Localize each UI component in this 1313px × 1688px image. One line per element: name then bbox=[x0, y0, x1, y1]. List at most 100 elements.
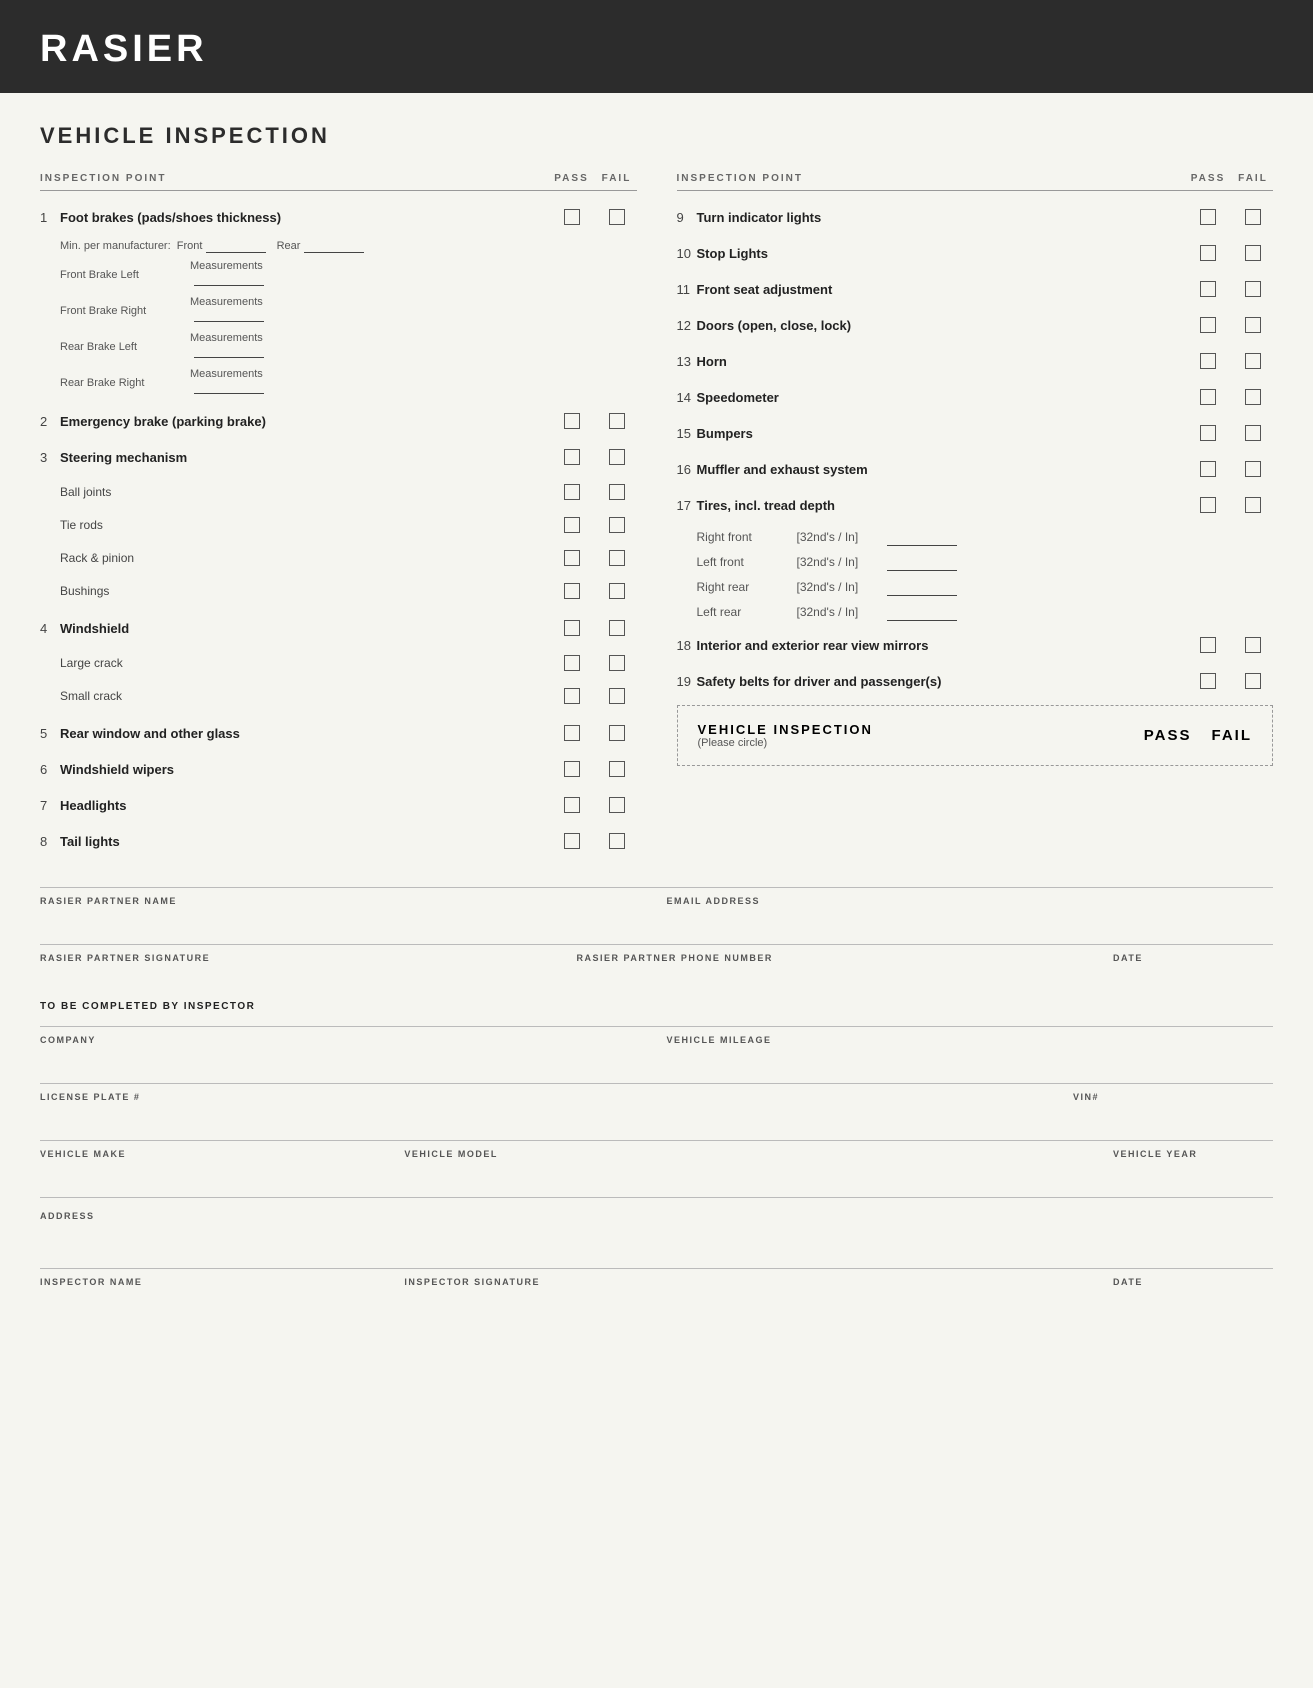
item-4-small-crack: Small crack bbox=[40, 683, 637, 709]
item-11-pass-checkbox[interactable] bbox=[1200, 281, 1216, 297]
item-5-pass-checkbox[interactable] bbox=[564, 725, 580, 741]
item-3-label: Steering mechanism bbox=[60, 450, 547, 465]
item-19-pass-checkbox[interactable] bbox=[1200, 673, 1216, 689]
item-8-pass-checkbox[interactable] bbox=[564, 833, 580, 849]
item-4-pass-checkbox[interactable] bbox=[564, 620, 580, 636]
left-col-header-label: INSPECTION POINT bbox=[40, 173, 547, 184]
item-1-pass-checkbox[interactable] bbox=[564, 209, 580, 225]
address-label: ADDRESS bbox=[40, 1211, 95, 1221]
item-3-rack-pinion-fail[interactable] bbox=[609, 550, 625, 566]
model-field: VEHICLE MODEL bbox=[404, 1149, 1093, 1177]
item-6-pass-checkbox[interactable] bbox=[564, 761, 580, 777]
item-3-ball-joints-fail[interactable] bbox=[609, 484, 625, 500]
item-1-fail-checkbox[interactable] bbox=[609, 209, 625, 225]
item-15-number: 15 bbox=[677, 426, 697, 441]
item-18-pass-checkbox[interactable] bbox=[1200, 637, 1216, 653]
item-3-ball-joints-pass[interactable] bbox=[564, 484, 580, 500]
mileage-label: VEHICLE MILEAGE bbox=[667, 1035, 1274, 1045]
item-4-fail-checkbox[interactable] bbox=[609, 620, 625, 636]
inspector-sig-label: INSPECTOR SIGNATURE bbox=[404, 1277, 1093, 1287]
section-title: VEHICLE INSPECTION bbox=[40, 123, 1273, 149]
header: RASIER bbox=[0, 0, 1313, 93]
item-8-number: 8 bbox=[40, 834, 60, 849]
item-10-fail-checkbox[interactable] bbox=[1245, 245, 1261, 261]
right-col-fail-header: FAIL bbox=[1233, 173, 1273, 184]
item-3-tie-rods-pass[interactable] bbox=[564, 517, 580, 533]
item-4-large-crack-fail[interactable] bbox=[609, 655, 625, 671]
item-10-pass-checkbox[interactable] bbox=[1200, 245, 1216, 261]
item-8: 8 Tail lights bbox=[40, 827, 637, 855]
item-13-pass-checkbox[interactable] bbox=[1200, 353, 1216, 369]
item-2-pass-checkbox[interactable] bbox=[564, 413, 580, 429]
form-row-1: RASIER PARTNER NAME EMAIL ADDRESS bbox=[40, 887, 1273, 924]
company-label: COMPANY bbox=[40, 1035, 647, 1045]
form-row-4: LICENSE PLATE # VIN# bbox=[40, 1083, 1273, 1120]
item-3-bushings-fail[interactable] bbox=[609, 583, 625, 599]
item-15-fail-checkbox[interactable] bbox=[1245, 425, 1261, 441]
item-8-label: Tail lights bbox=[60, 834, 547, 849]
item-3-bushings-pass[interactable] bbox=[564, 583, 580, 599]
item-19-fail-checkbox[interactable] bbox=[1245, 673, 1261, 689]
item-18-fail-checkbox[interactable] bbox=[1245, 637, 1261, 653]
item-9-fail-checkbox[interactable] bbox=[1245, 209, 1261, 225]
item-13-fail-checkbox[interactable] bbox=[1245, 353, 1261, 369]
item-16-pass-checkbox[interactable] bbox=[1200, 461, 1216, 477]
summary-box: VEHICLE INSPECTION (Please circle) PASS … bbox=[677, 705, 1274, 766]
item-3-tie-rods-fail[interactable] bbox=[609, 517, 625, 533]
item-9-pass-checkbox[interactable] bbox=[1200, 209, 1216, 225]
item-4-large-crack-pass[interactable] bbox=[564, 655, 580, 671]
header-title: RASIER bbox=[40, 28, 1273, 71]
item-4-small-crack-fail[interactable] bbox=[609, 688, 625, 704]
item-6: 6 Windshield wipers bbox=[40, 755, 637, 783]
item-14-pass-checkbox[interactable] bbox=[1200, 389, 1216, 405]
item-12-pass-checkbox[interactable] bbox=[1200, 317, 1216, 333]
item-4-label: Windshield bbox=[60, 621, 547, 636]
item-2-fail-checkbox[interactable] bbox=[609, 413, 625, 429]
make-label: VEHICLE MAKE bbox=[40, 1149, 384, 1159]
item-10-number: 10 bbox=[677, 246, 697, 261]
item-7-pass-checkbox[interactable] bbox=[564, 797, 580, 813]
right-column: INSPECTION POINT PASS FAIL 9 Turn indica… bbox=[677, 173, 1274, 863]
item-3-fail-checkbox[interactable] bbox=[609, 449, 625, 465]
item-16-fail-checkbox[interactable] bbox=[1245, 461, 1261, 477]
item-6-fail-checkbox[interactable] bbox=[609, 761, 625, 777]
inspector-name-label: INSPECTOR NAME bbox=[40, 1277, 384, 1287]
form-row-3: COMPANY VEHICLE MILEAGE bbox=[40, 1026, 1273, 1063]
item-14-number: 14 bbox=[677, 390, 697, 405]
item-17-tires: Right front [32nd's / In] Left front [32… bbox=[677, 527, 1274, 621]
item-14-label: Speedometer bbox=[697, 390, 1184, 405]
item-4-number: 4 bbox=[40, 621, 60, 636]
date-label-1: DATE bbox=[1113, 953, 1273, 963]
item-5-fail-checkbox[interactable] bbox=[609, 725, 625, 741]
inspection-grid: INSPECTION POINT PASS FAIL 1 Foot brakes… bbox=[40, 173, 1273, 863]
item-6-label: Windshield wipers bbox=[60, 762, 547, 777]
item-14-fail-checkbox[interactable] bbox=[1245, 389, 1261, 405]
item-19-label: Safety belts for driver and passenger(s) bbox=[697, 674, 1184, 689]
item-12-fail-checkbox[interactable] bbox=[1245, 317, 1261, 333]
item-9-label: Turn indicator lights bbox=[697, 210, 1184, 225]
item-1-measurement-fl: Front Brake Left Measurements bbox=[40, 260, 637, 289]
right-col-header-label: INSPECTION POINT bbox=[677, 173, 1184, 184]
item-7: 7 Headlights bbox=[40, 791, 637, 819]
item-4-small-crack-pass[interactable] bbox=[564, 688, 580, 704]
partner-name-label: RASIER PARTNER NAME bbox=[40, 896, 647, 906]
item-8-fail-checkbox[interactable] bbox=[609, 833, 625, 849]
item-15-pass-checkbox[interactable] bbox=[1200, 425, 1216, 441]
item-9: 9 Turn indicator lights bbox=[677, 203, 1274, 231]
item-13: 13 Horn bbox=[677, 347, 1274, 375]
date-field-1: DATE bbox=[1113, 953, 1273, 981]
model-label: VEHICLE MODEL bbox=[404, 1149, 1093, 1159]
item-7-fail-checkbox[interactable] bbox=[609, 797, 625, 813]
email-field: EMAIL ADDRESS bbox=[667, 896, 1274, 924]
item-17-pass-checkbox[interactable] bbox=[1200, 497, 1216, 513]
item-5: 5 Rear window and other glass bbox=[40, 719, 637, 747]
item-3-rack-pinion-pass[interactable] bbox=[564, 550, 580, 566]
company-field: COMPANY bbox=[40, 1035, 647, 1063]
signature-field: RASIER PARTNER SIGNATURE bbox=[40, 953, 557, 981]
item-3-pass-checkbox[interactable] bbox=[564, 449, 580, 465]
item-1-min-row: Min. per manufacturer: Front Rear bbox=[40, 239, 637, 253]
item-17-fail-checkbox[interactable] bbox=[1245, 497, 1261, 513]
item-1-number: 1 bbox=[40, 210, 60, 225]
item-1-measurement-rl: Rear Brake Left Measurements bbox=[40, 332, 637, 361]
item-11-fail-checkbox[interactable] bbox=[1245, 281, 1261, 297]
